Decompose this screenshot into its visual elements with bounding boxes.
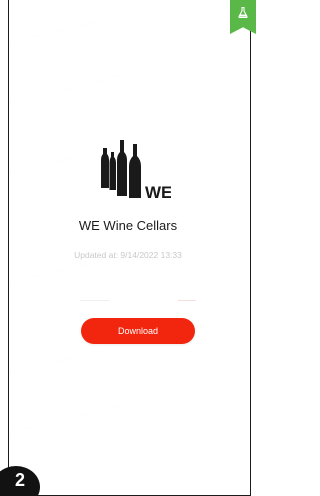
faint-divider (178, 300, 196, 301)
app-name: WE Wine Cellars (78, 218, 178, 233)
window-frame-left (0, 0, 9, 496)
beta-badge[interactable] (230, 0, 256, 34)
step-number: 2 (14, 470, 25, 490)
app-logo: WE (101, 140, 171, 202)
faint-divider (80, 300, 110, 301)
logo-text: WE (145, 183, 171, 202)
step-badge: 2 (0, 466, 40, 496)
download-button[interactable]: Download (81, 318, 195, 344)
flask-icon (238, 7, 248, 18)
updated-timestamp: Updated at: 9/14/2022 13:33 (74, 250, 182, 260)
window-frame-right (250, 0, 256, 496)
download-page: · · · · · · · · · · · · · · · · · · · · … (0, 0, 256, 496)
